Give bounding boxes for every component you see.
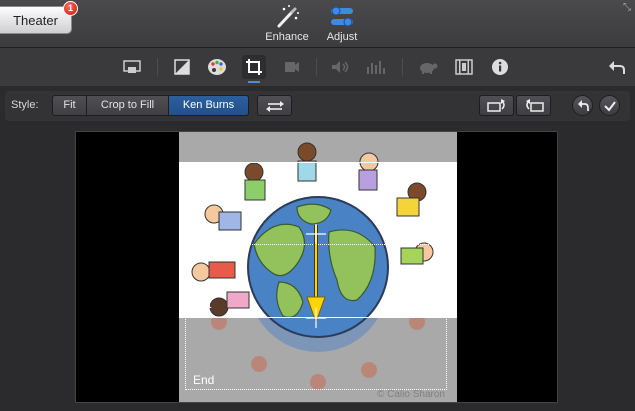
magic-wand-icon bbox=[277, 5, 299, 28]
reset-all-icon[interactable] bbox=[605, 55, 629, 79]
adjustment-icon-bar bbox=[0, 48, 635, 86]
color-balance-icon[interactable] bbox=[170, 55, 194, 79]
crop-style-bar: Style: Fit Crop to Fill Ken Burns bbox=[5, 91, 630, 121]
video-viewer: © Calio Sharon Start End bbox=[75, 131, 558, 403]
divider bbox=[402, 58, 403, 76]
undo-button[interactable] bbox=[572, 95, 593, 116]
apply-button[interactable] bbox=[599, 95, 620, 116]
top-toolbar: Theater 1 Enhance Adjust ⤡ bbox=[0, 0, 635, 48]
ken-burns-button[interactable]: Ken Burns bbox=[168, 95, 249, 116]
notification-badge: 1 bbox=[63, 1, 78, 16]
equalizer-icon[interactable] bbox=[363, 55, 387, 79]
volume-icon[interactable] bbox=[328, 55, 352, 79]
video-overlay-icon[interactable] bbox=[120, 55, 144, 79]
color-palette-icon[interactable] bbox=[205, 55, 229, 79]
rotate-left-button[interactable] bbox=[479, 95, 514, 116]
fit-button[interactable]: Fit bbox=[52, 95, 87, 116]
ken-burns-arrow bbox=[306, 224, 326, 328]
rotate-left-icon bbox=[486, 98, 505, 112]
stabilization-icon[interactable] bbox=[279, 55, 303, 79]
adjust-label: Adjust bbox=[326, 31, 358, 43]
checkmark-icon bbox=[603, 100, 616, 112]
style-label: Style: bbox=[11, 99, 39, 111]
swap-icon bbox=[265, 100, 284, 112]
rotate-right-icon bbox=[525, 98, 544, 112]
divider bbox=[157, 58, 158, 76]
enhance-label: Enhance bbox=[265, 31, 309, 43]
undo-icon bbox=[577, 99, 589, 111]
theater-button[interactable]: Theater bbox=[0, 6, 72, 34]
rotate-right-button[interactable] bbox=[516, 95, 551, 116]
crop-to-fill-button[interactable]: Crop to Fill bbox=[86, 95, 169, 116]
selected-indicator bbox=[248, 81, 260, 83]
crop-icon[interactable] bbox=[242, 55, 266, 83]
swap-start-end-button[interactable] bbox=[257, 95, 292, 116]
sliders-icon bbox=[331, 6, 353, 27]
divider bbox=[316, 58, 317, 76]
resize-icon[interactable]: ⤡ bbox=[623, 2, 631, 13]
info-icon[interactable] bbox=[488, 55, 512, 79]
adjust-button[interactable]: Adjust bbox=[315, 2, 369, 44]
enhance-button[interactable]: Enhance bbox=[260, 2, 314, 44]
speed-icon[interactable] bbox=[416, 55, 440, 79]
filter-icon[interactable] bbox=[452, 55, 476, 79]
